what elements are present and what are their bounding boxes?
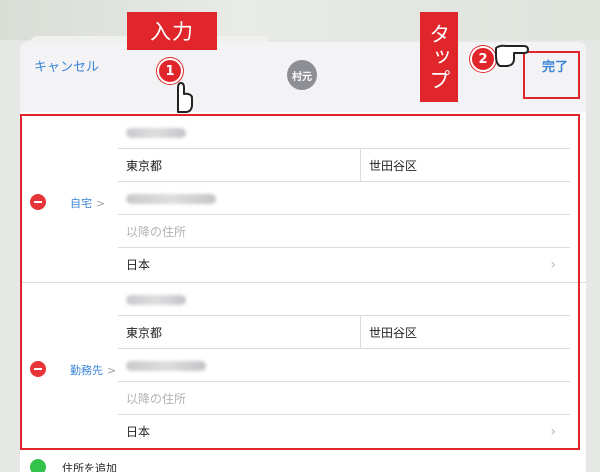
step2-number-badge: 2 — [470, 46, 496, 72]
done-highlight-frame — [523, 51, 580, 99]
delete-address-work-button[interactable] — [30, 361, 46, 377]
blurred-text — [126, 294, 186, 305]
avatar-initials: 村元 — [292, 71, 312, 83]
add-address-label: 住所を追加 — [62, 462, 117, 472]
step1-tag: 入力 — [127, 12, 217, 50]
address-type-label: 勤務先 — [70, 364, 103, 377]
address-type-home[interactable]: 自宅 > — [70, 195, 105, 211]
street-value — [126, 116, 186, 149]
blurred-text — [126, 127, 186, 138]
more-address-field[interactable]: 以降の住所 — [118, 215, 570, 248]
more-address-field[interactable]: 以降の住所 — [118, 382, 570, 415]
chevron-right-icon: › — [550, 423, 556, 440]
chevron-right-icon: > — [96, 197, 106, 210]
city-field[interactable]: 世田谷区 — [360, 149, 417, 182]
street2-field[interactable] — [118, 182, 570, 215]
street-field[interactable] — [118, 116, 570, 149]
city-field[interactable]: 世田谷区 — [360, 316, 417, 349]
region-row: 東京都 世田谷区 — [118, 149, 570, 182]
country-field[interactable]: 日本 › — [118, 248, 570, 281]
more-address-placeholder: 以降の住所 — [126, 392, 187, 406]
address-type-work[interactable]: 勤務先 > — [70, 362, 116, 378]
plus-icon — [30, 459, 46, 472]
chevron-right-icon: > — [107, 364, 117, 377]
pointing-hand-icon — [495, 44, 529, 67]
blurred-text — [126, 193, 216, 204]
street2-value — [126, 349, 206, 382]
more-address-placeholder: 以降の住所 — [126, 225, 187, 239]
map-background — [0, 0, 600, 40]
pointing-hand-icon — [177, 82, 193, 113]
edit-contact-sheet: キャンセル 村元 完了 自宅 > 東京都 世田谷区 以降の住所 日本 › 勤務先… — [20, 42, 586, 472]
street-field[interactable] — [118, 283, 570, 316]
avatar[interactable]: 村元 — [287, 60, 317, 90]
country-field[interactable]: 日本 › — [118, 415, 570, 448]
prefecture-field[interactable]: 東京都 — [126, 149, 162, 182]
region-row: 東京都 世田谷区 — [118, 316, 570, 349]
step2-tag: タップ — [420, 12, 458, 102]
prefecture-field[interactable]: 東京都 — [126, 316, 162, 349]
add-address-row[interactable]: 住所を追加 — [20, 454, 586, 472]
street-value — [126, 283, 186, 316]
street2-value — [126, 182, 216, 215]
blurred-text — [126, 360, 206, 371]
country-value: 日本 — [126, 425, 151, 439]
street2-field[interactable] — [118, 349, 570, 382]
delete-address-home-button[interactable] — [30, 194, 46, 210]
cancel-button[interactable]: キャンセル — [34, 56, 99, 75]
chevron-right-icon: › — [550, 256, 556, 273]
address-type-label: 自宅 — [70, 197, 92, 210]
country-value: 日本 — [126, 258, 151, 272]
